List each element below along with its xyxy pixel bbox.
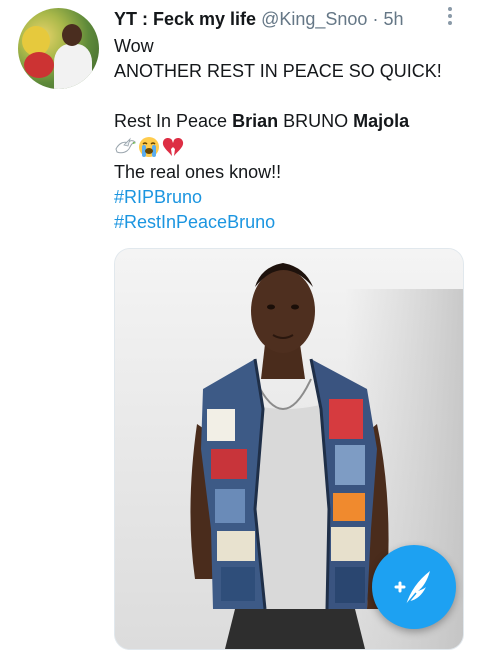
tweet-line: Wow [114,36,154,56]
rip-prefix: Rest In Peace [114,111,233,131]
display-name[interactable]: YT : Feck my life [114,9,256,29]
tweet-line: ANOTHER REST IN PEACE SO QUICK! [114,61,442,81]
emoji-line [114,134,464,160]
hashtag-link[interactable]: #RestInPeaceBruno [114,210,464,235]
profile-avatar[interactable] [18,8,99,89]
tweet-line: The real ones know!! [114,162,282,182]
tweet-line-rip: Rest In Peace Brian BRUNO Majola [114,109,464,134]
avatar-fruit [24,52,54,78]
rip-middle-name: BRUNO [278,111,354,131]
rip-last-name: Majola [353,111,410,131]
tweet-timestamp[interactable]: 5h [383,9,403,29]
more-options-icon[interactable] [446,7,454,27]
avatar-person-head [62,24,82,46]
tweet-text: Wow ANOTHER REST IN PEACE SO QUICK! Rest… [114,34,464,235]
dove-icon [115,137,136,154]
tweet-header: YT : Feck my life @King_Snoo · 5h [114,8,440,30]
avatar-person [54,44,92,89]
compose-tweet-button[interactable] [372,545,456,629]
user-handle[interactable]: @King_Snoo [261,9,367,29]
rip-first-name: Brian [232,111,279,131]
broken-heart-icon [162,137,184,156]
compose-tweet-icon [394,571,430,606]
hashtag-link[interactable]: #RIPBruno [114,185,464,210]
loudly-crying-face-icon [139,137,159,157]
separator-dot: · [372,9,379,29]
